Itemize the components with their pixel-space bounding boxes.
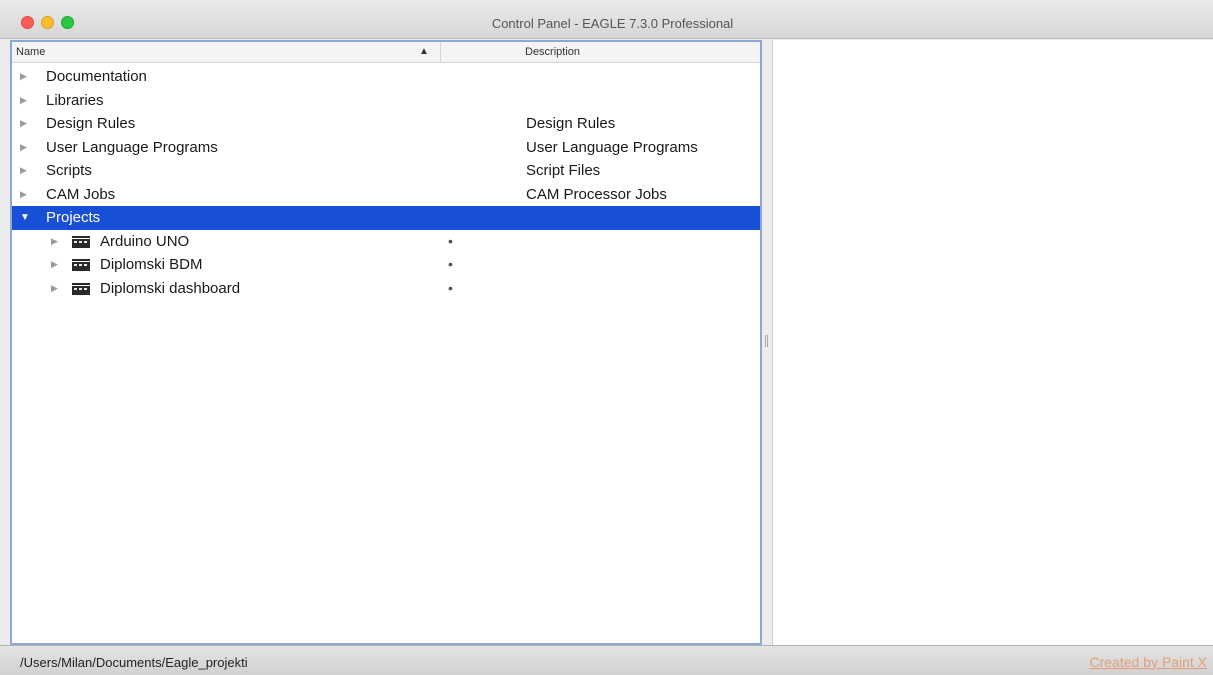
disclosure-right-icon[interactable]: ▶: [20, 89, 27, 112]
project-label: Diplomski dashboard: [100, 279, 241, 297]
disclosure-right-icon[interactable]: ▶: [20, 112, 27, 135]
watermark-text: Created by Paint X: [1089, 654, 1207, 670]
project-item-diplomski-bdm[interactable]: ▶ Diplomski BDM •: [12, 253, 760, 277]
tree-item-label: Libraries: [46, 91, 104, 109]
title-bar[interactable]: Control Panel - EAGLE 7.3.0 Professional: [0, 0, 1213, 39]
project-open-marker: •: [448, 232, 453, 249]
disclosure-right-icon[interactable]: ▶: [20, 183, 27, 206]
tree-item-description: Script Files: [526, 162, 601, 179]
project-item-diplomski-dashboard[interactable]: ▶ Diplomski dashboard •: [12, 277, 760, 301]
tree-item-libraries[interactable]: ▶ Libraries: [12, 89, 760, 113]
disclosure-down-icon[interactable]: ▼: [20, 206, 30, 229]
tree-item-description: CAM Processor Jobs: [526, 185, 667, 203]
disclosure-right-icon[interactable]: ▶: [20, 65, 27, 88]
disclosure-right-icon[interactable]: ▶: [51, 230, 58, 253]
status-bar: /Users/Milan/Documents/Eagle_projekti Cr…: [0, 645, 1213, 675]
project-label: Arduino UNO: [100, 232, 190, 250]
tree-item-label: Scripts: [46, 162, 92, 179]
sort-ascending-icon: ▲: [419, 46, 429, 57]
tree-item-design-rules[interactable]: ▶ Design Rules Design Rules: [12, 112, 760, 136]
tree-rows: ▶ Documentation ▶ Libraries ▶ Design Rul…: [12, 65, 760, 300]
column-header: Name ▲ Description: [12, 42, 760, 63]
column-header-description[interactable]: Description: [525, 46, 580, 58]
tree-item-description: Design Rules: [526, 115, 616, 132]
project-label: Diplomski BDM: [100, 256, 203, 273]
tree-view-pane[interactable]: Name ▲ Description ▶ Documentation ▶ Lib…: [10, 40, 762, 645]
tree-item-label: Documentation: [46, 68, 147, 85]
pane-splitter-handle[interactable]: [765, 335, 768, 347]
current-path: /Users/Milan/Documents/Eagle_projekti: [20, 655, 248, 670]
folder-icon: [72, 235, 90, 248]
column-header-name[interactable]: Name: [16, 46, 45, 58]
tree-item-label: User Language Programs: [46, 138, 218, 156]
window-title: Control Panel - EAGLE 7.3.0 Professional: [491, 16, 734, 31]
tree-item-label: CAM Jobs: [46, 185, 116, 203]
tree-item-label: Design Rules: [46, 115, 136, 132]
disclosure-right-icon[interactable]: ▶: [20, 159, 27, 182]
eagle-control-panel-window: Control Panel - EAGLE 7.3.0 Professional…: [0, 0, 1213, 675]
folder-icon: [72, 259, 90, 271]
disclosure-right-icon[interactable]: ▶: [51, 253, 58, 276]
preview-pane: [772, 40, 1213, 645]
tree-item-description: User Language Programs: [526, 138, 698, 156]
project-open-marker: •: [448, 256, 453, 272]
folder-icon: [72, 282, 90, 295]
tree-item-scripts[interactable]: ▶ Scripts Script Files: [12, 159, 760, 183]
tree-item-projects[interactable]: ▼ Projects: [12, 206, 760, 230]
project-item-arduino-uno[interactable]: ▶ Arduino UNO •: [12, 230, 760, 254]
disclosure-right-icon[interactable]: ▶: [20, 136, 27, 159]
tree-item-label: Projects: [46, 209, 101, 226]
tree-item-cam-jobs[interactable]: ▶ CAM Jobs CAM Processor Jobs: [12, 183, 760, 207]
tree-item-user-language-programs[interactable]: ▶ User Language Programs User Language P…: [12, 136, 760, 160]
tree-item-documentation[interactable]: ▶ Documentation: [12, 65, 760, 89]
column-divider[interactable]: [440, 42, 441, 62]
project-open-marker: •: [448, 279, 453, 296]
disclosure-right-icon[interactable]: ▶: [51, 277, 58, 300]
